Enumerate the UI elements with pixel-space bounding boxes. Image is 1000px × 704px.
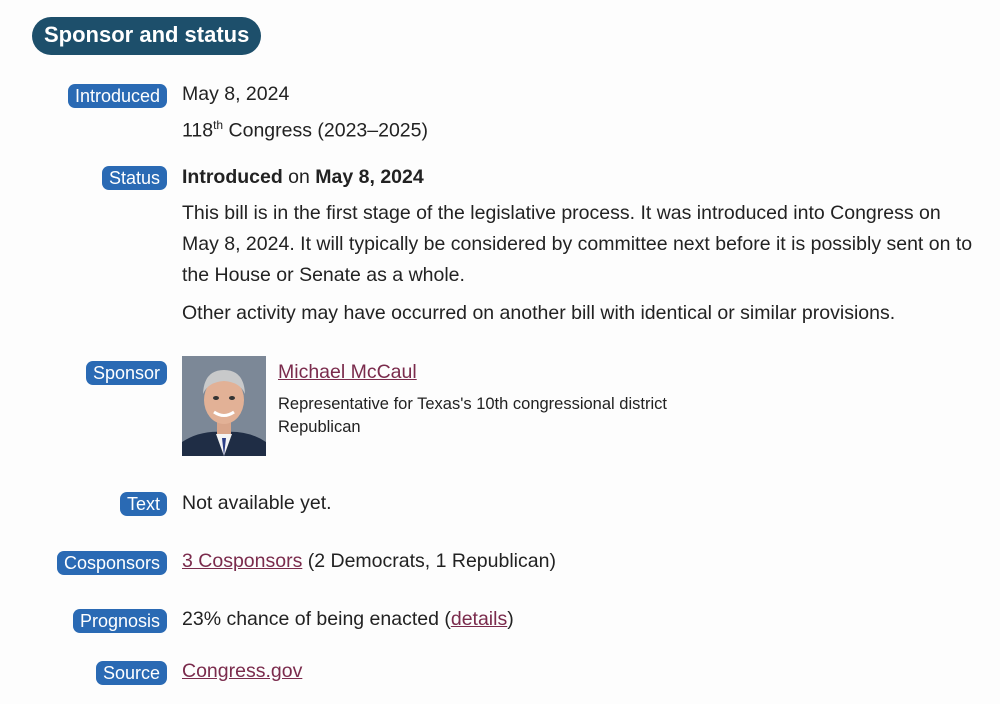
prognosis-close-paren: ) (507, 608, 514, 630)
cosponsors-badge: Cosponsors (56, 551, 167, 575)
source-badge: Source (95, 661, 167, 685)
sponsor-portrait-icon (182, 356, 266, 456)
prognosis-details-link[interactable]: details (451, 608, 507, 630)
prognosis-text: 23% chance of being enacted ( (182, 608, 451, 630)
sponsor-party: Republican (278, 418, 361, 436)
sponsor-badge: Sponsor (85, 361, 167, 385)
cosponsors-link[interactable]: 3 Cosponsors (182, 550, 302, 572)
prognosis-badge: Prognosis (72, 609, 167, 633)
source-link[interactable]: Congress.gov (182, 660, 302, 682)
cosponsors-breakdown: (2 Democrats, 1 Republican) (302, 550, 556, 572)
sponsor-photo[interactable] (182, 356, 266, 456)
sponsor-name-link[interactable]: Michael McCaul (278, 361, 417, 383)
status-description: This bill is in the first stage of the l… (182, 202, 973, 286)
status-badge: Status (101, 166, 167, 190)
introduced-badge: Introduced (67, 84, 167, 108)
introduced-date: May 8, 2024 (182, 83, 290, 105)
text-availability: Not available yet. (182, 492, 332, 514)
text-badge: Text (119, 492, 167, 516)
section-title: Sponsor and status (32, 17, 262, 55)
congress-session: 118th Congress (2023–2025) (182, 118, 428, 142)
status-summary: Introduced on May 8, 2024 (182, 166, 424, 188)
sponsor-role: Representative for Texas's 10th congress… (278, 395, 667, 413)
other-activity-note: Other activity may have occurred on anot… (182, 302, 896, 324)
